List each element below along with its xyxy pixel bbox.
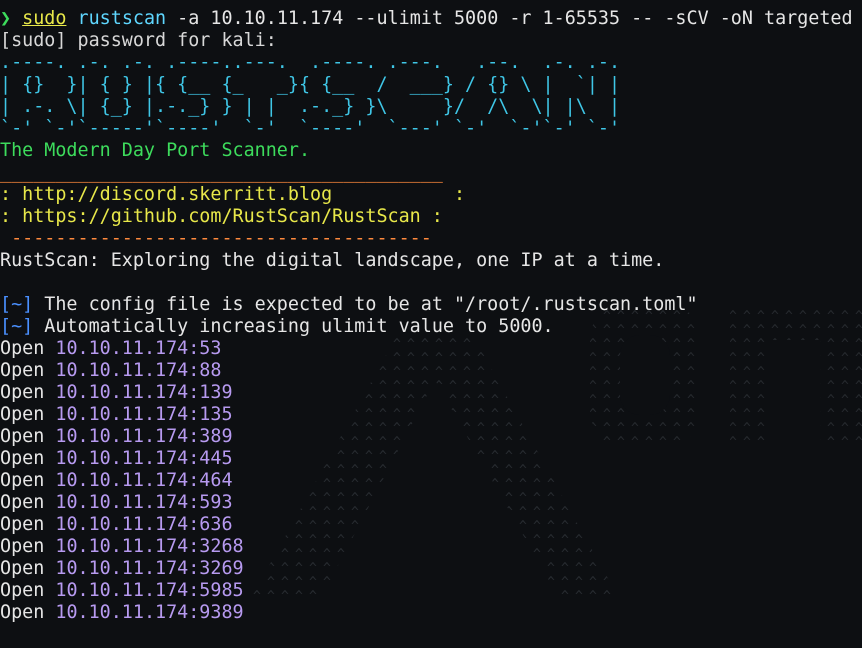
open-port-line: Open 10.10.11.174:139 (0, 382, 862, 404)
discord-link: : http://discord.skerritt.blog : (0, 184, 466, 205)
open-label: Open (0, 492, 45, 513)
open-port-line: Open 10.10.11.174:389 (0, 426, 862, 448)
prompt-symbol: ❯ (0, 8, 12, 29)
github-link: : https://github.com/RustScan/RustScan : (0, 206, 443, 227)
open-port-line: Open 10.10.11.174:135 (0, 404, 862, 426)
open-port-line: Open 10.10.11.174:445 (0, 448, 862, 470)
info-text: The config file is expected to be at "/r… (33, 294, 698, 315)
links-border-top: ________________________________________ (0, 162, 443, 183)
command-args: -a 10.10.11.174 --ulimit 5000 -r 1-65535… (166, 8, 853, 29)
info-config: [~] The config file is expected to be at… (0, 294, 862, 316)
ip-port: 10.10.11.174:88 (55, 360, 222, 381)
open-label: Open (0, 382, 45, 403)
ip-port: 10.10.11.174:636 (55, 514, 233, 535)
ip-port: 10.10.11.174:464 (55, 470, 233, 491)
info-tag: [~] (0, 294, 34, 315)
open-label: Open (0, 580, 45, 601)
ip-port: 10.10.11.174:389 (55, 426, 233, 447)
open-label: Open (0, 404, 45, 425)
open-port-line: Open 10.10.11.174:464 (0, 470, 862, 492)
banner-line-3: | .-. \| {_} |.-._} } | | .-._} }\ }/ /\… (0, 96, 621, 117)
open-label: Open (0, 514, 45, 535)
open-label: Open (0, 536, 45, 557)
ip-port: 10.10.11.174:139 (55, 382, 233, 403)
command-line: ❯ sudo rustscan -a 10.10.11.174 --ulimit… (0, 8, 862, 30)
sudo-password-prompt: [sudo] password for kali: (0, 30, 277, 51)
ip-port: 10.10.11.174:53 (55, 338, 222, 359)
open-port-line: Open 10.10.11.174:9389 (0, 602, 862, 624)
open-port-line: Open 10.10.11.174:3269 (0, 558, 862, 580)
banner-line-2: | {} }| { } |{ {__ {_ _}{ {__ / ___} / {… (0, 74, 621, 95)
banner-line-1: .----. .-. .-. .----..---. .----. .---. … (0, 52, 621, 73)
program-name: rustscan (77, 8, 167, 29)
ip-port: 10.10.11.174:9389 (55, 602, 244, 623)
ip-port: 10.10.11.174:3269 (55, 558, 244, 579)
open-label: Open (0, 602, 45, 623)
open-label: Open (0, 558, 45, 579)
open-label: Open (0, 338, 45, 359)
open-port-line: Open 10.10.11.174:5985 (0, 580, 862, 602)
open-port-line: Open 10.10.11.174:3268 (0, 536, 862, 558)
open-label: Open (0, 470, 45, 491)
terminal-output: ❯ sudo rustscan -a 10.10.11.174 --ulimit… (0, 8, 862, 624)
open-label: Open (0, 426, 45, 447)
tagline: The Modern Day Port Scanner. (0, 140, 311, 161)
sudo-command: sudo (22, 8, 67, 29)
open-label: Open (0, 448, 45, 469)
open-ports-list: Open 10.10.11.174:53 Open 10.10.11.174:8… (0, 338, 862, 624)
motto: RustScan: Exploring the digital landscap… (0, 250, 665, 271)
open-port-line: Open 10.10.11.174:636 (0, 514, 862, 536)
info-tag: [~] (0, 316, 34, 337)
info-text: Automatically increasing ulimit value to… (33, 316, 554, 337)
open-port-line: Open 10.10.11.174:88 (0, 360, 862, 382)
links-border-bottom: -------------------------------------- (0, 228, 432, 249)
ip-port: 10.10.11.174:445 (55, 448, 233, 469)
banner-line-4: `-' `-'`-----'`----' `-' `----' `---' `-… (0, 118, 621, 139)
open-port-line: Open 10.10.11.174:593 (0, 492, 862, 514)
ip-port: 10.10.11.174:593 (55, 492, 233, 513)
open-port-line: Open 10.10.11.174:53 (0, 338, 862, 360)
ip-port: 10.10.11.174:135 (55, 404, 233, 425)
ip-port: 10.10.11.174:5985 (55, 580, 244, 601)
info-ulimit: [~] Automatically increasing ulimit valu… (0, 316, 862, 338)
ip-port: 10.10.11.174:3268 (55, 536, 244, 557)
open-label: Open (0, 360, 45, 381)
